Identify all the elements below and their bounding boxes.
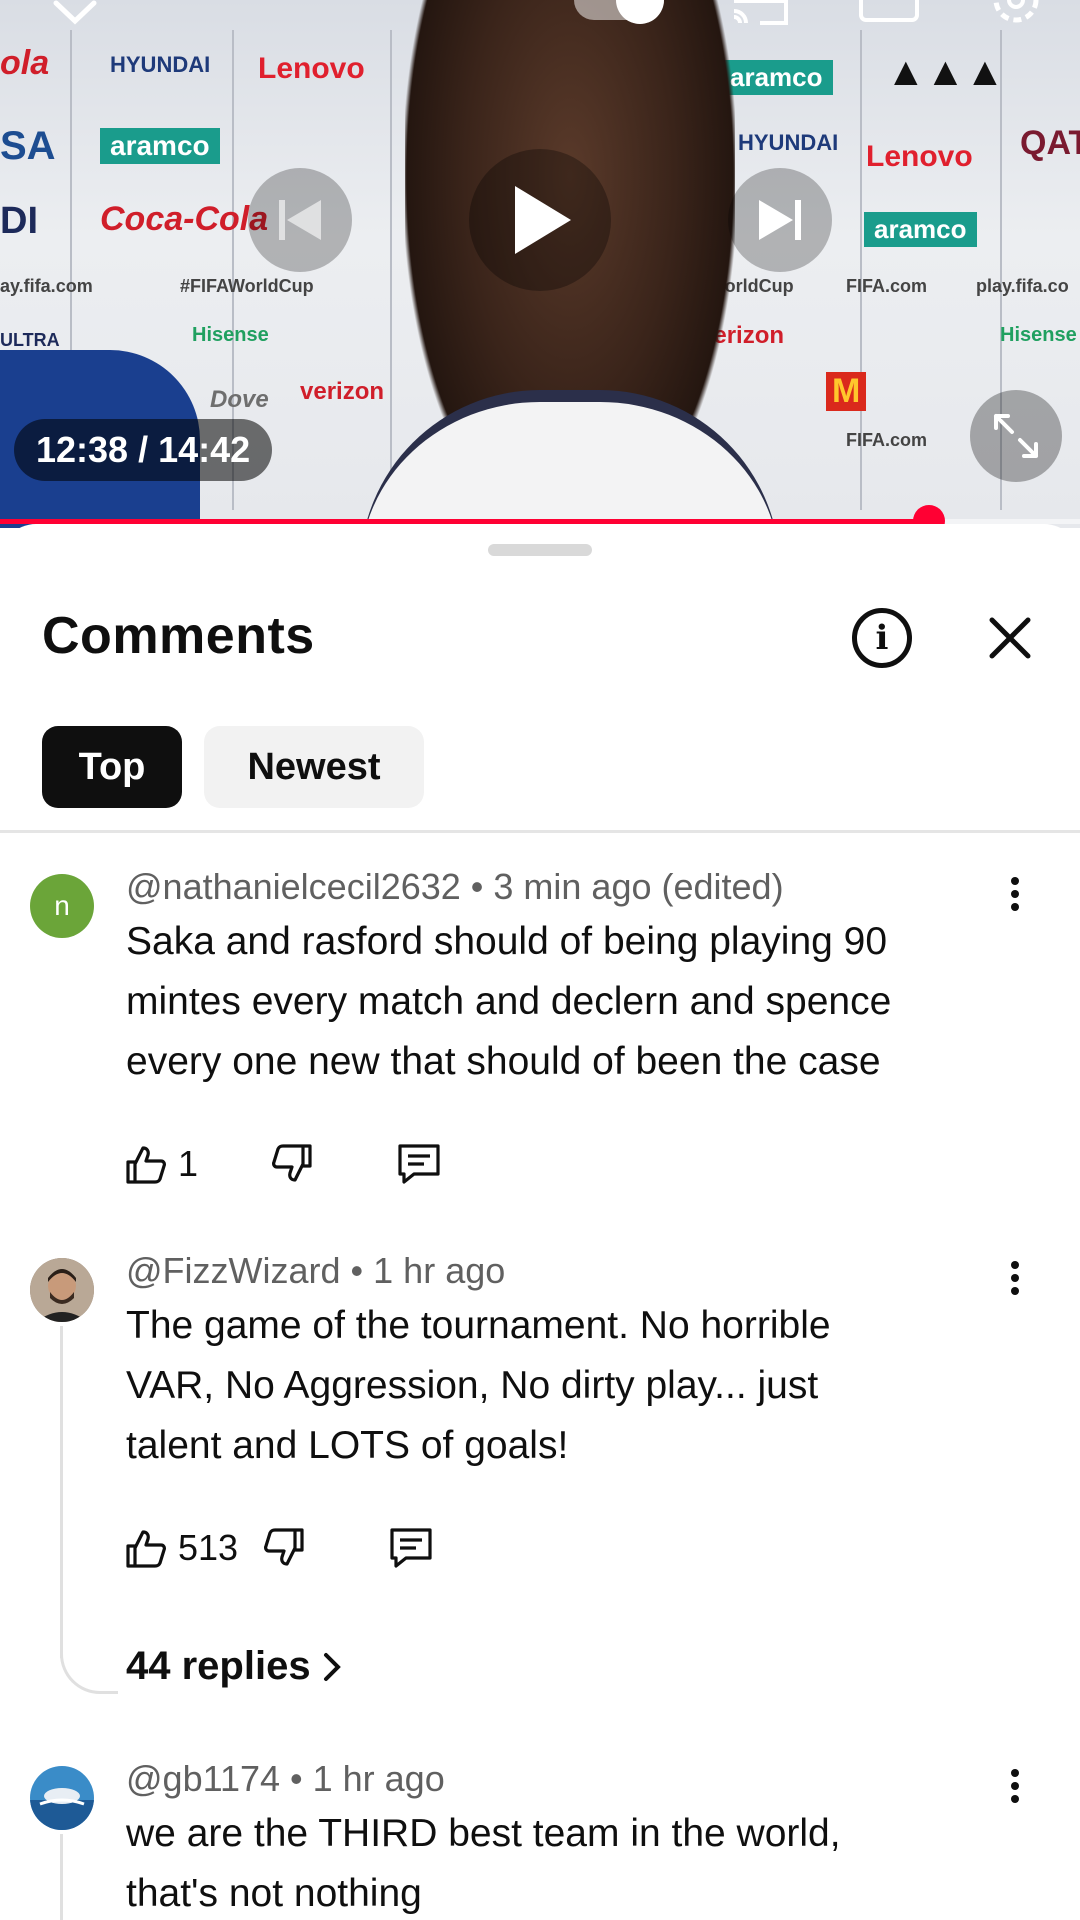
- view-replies-button[interactable]: 44 replies: [126, 1644, 343, 1689]
- avatar[interactable]: n: [30, 874, 94, 938]
- comment-line: every one new that should of been the ca…: [126, 1040, 881, 1083]
- comment-meta: @FizzWizard • 1 hr ago: [126, 1250, 506, 1291]
- fullscreen-button[interactable]: [970, 390, 1062, 482]
- comment-time: 1 hr ago: [373, 1250, 506, 1291]
- thread-curve: [60, 1654, 118, 1694]
- comment-actions: 513: [124, 1520, 434, 1576]
- time-display: 12:38 / 14:42: [14, 419, 273, 481]
- thumbs-up-icon: [126, 1146, 166, 1184]
- avatar-photo: [30, 1258, 94, 1322]
- chevron-right-icon: [323, 1652, 341, 1681]
- comment-text: we are the THIRD best team in the world,…: [126, 1804, 1026, 1920]
- like-button[interactable]: 1: [124, 1142, 198, 1186]
- filter-chip-newest[interactable]: Newest: [204, 726, 424, 808]
- video-player[interactable]: ola HYUNDAI Lenovo SA aramco DI Coca-Col…: [0, 0, 1080, 528]
- comment-meta: @gb1174 • 1 hr ago: [126, 1758, 445, 1799]
- settings-gear-icon[interactable]: [988, 0, 1044, 33]
- divider: [0, 830, 1080, 833]
- captions-icon[interactable]: [858, 0, 920, 31]
- comment-author[interactable]: @gb1174: [126, 1758, 280, 1799]
- comment-actions: 1: [124, 1136, 442, 1192]
- comment-line: talent and LOTS of goals!: [126, 1424, 569, 1467]
- reply-button[interactable]: [388, 1526, 434, 1570]
- thumbs-down-icon: [272, 1144, 312, 1182]
- comment-time: 3 min ago (edited): [493, 866, 784, 907]
- thumbs-up-icon: [126, 1530, 166, 1568]
- comment-meta: @nathanielcecil2632 • 3 min ago (edited): [126, 866, 784, 907]
- comment-line: we are the THIRD best team in the world,: [126, 1812, 841, 1855]
- close-button[interactable]: [980, 608, 1040, 668]
- comment-author[interactable]: @FizzWizard: [126, 1250, 341, 1291]
- comment-text: The game of the tournament. No horrible …: [126, 1296, 1026, 1476]
- comment-line: mintes every match and declern and spenc…: [126, 980, 892, 1023]
- avatar-letter: n: [54, 890, 70, 921]
- comment-line: that's not nothing: [126, 1872, 422, 1915]
- reply-icon: [390, 1528, 432, 1568]
- collapse-icon[interactable]: [52, 0, 98, 34]
- cast-icon[interactable]: [730, 0, 790, 34]
- info-button[interactable]: i: [852, 608, 912, 668]
- comments-sheet: Comments i Top Newest n @nathanielcecil2…: [0, 524, 1080, 1920]
- skip-next-icon: [759, 200, 801, 240]
- close-icon: [989, 617, 1031, 659]
- drag-handle[interactable]: [488, 544, 592, 556]
- dislike-button[interactable]: [262, 1526, 306, 1570]
- thread-line: [60, 1326, 63, 1658]
- autoplay-toggle[interactable]: [574, 0, 664, 24]
- sheet-title: Comments: [42, 607, 315, 665]
- play-icon: [515, 186, 571, 254]
- comment-text: Saka and rasford should of being playing…: [126, 912, 1026, 1092]
- replies-count: 44 replies: [126, 1644, 311, 1688]
- avatar[interactable]: [30, 1766, 94, 1830]
- comment-author[interactable]: @nathanielcecil2632: [126, 866, 461, 907]
- skip-previous-icon: [279, 200, 321, 240]
- comment-line: The game of the tournament. No horrible: [126, 1304, 831, 1347]
- thread-line: [60, 1834, 63, 1920]
- play-button[interactable]: [469, 149, 611, 291]
- comment-time: 1 hr ago: [312, 1758, 445, 1799]
- like-button[interactable]: 513: [124, 1526, 238, 1570]
- comment-line: VAR, No Aggression, No dirty play... jus…: [126, 1364, 819, 1407]
- like-count: 513: [178, 1527, 239, 1568]
- dislike-button[interactable]: [270, 1142, 314, 1186]
- like-count: 1: [178, 1143, 199, 1184]
- fullscreen-icon: [994, 414, 1038, 458]
- reply-icon: [398, 1144, 440, 1184]
- reply-button[interactable]: [396, 1142, 442, 1186]
- info-icon: i: [875, 618, 889, 658]
- avatar-photo: [30, 1766, 94, 1830]
- filter-chip-top[interactable]: Top: [42, 726, 182, 808]
- next-button[interactable]: [728, 168, 832, 272]
- thumbs-down-icon: [264, 1528, 304, 1566]
- comment-line: Saka and rasford should of being playing…: [126, 920, 888, 963]
- previous-button[interactable]: [248, 168, 352, 272]
- avatar[interactable]: [30, 1258, 94, 1322]
